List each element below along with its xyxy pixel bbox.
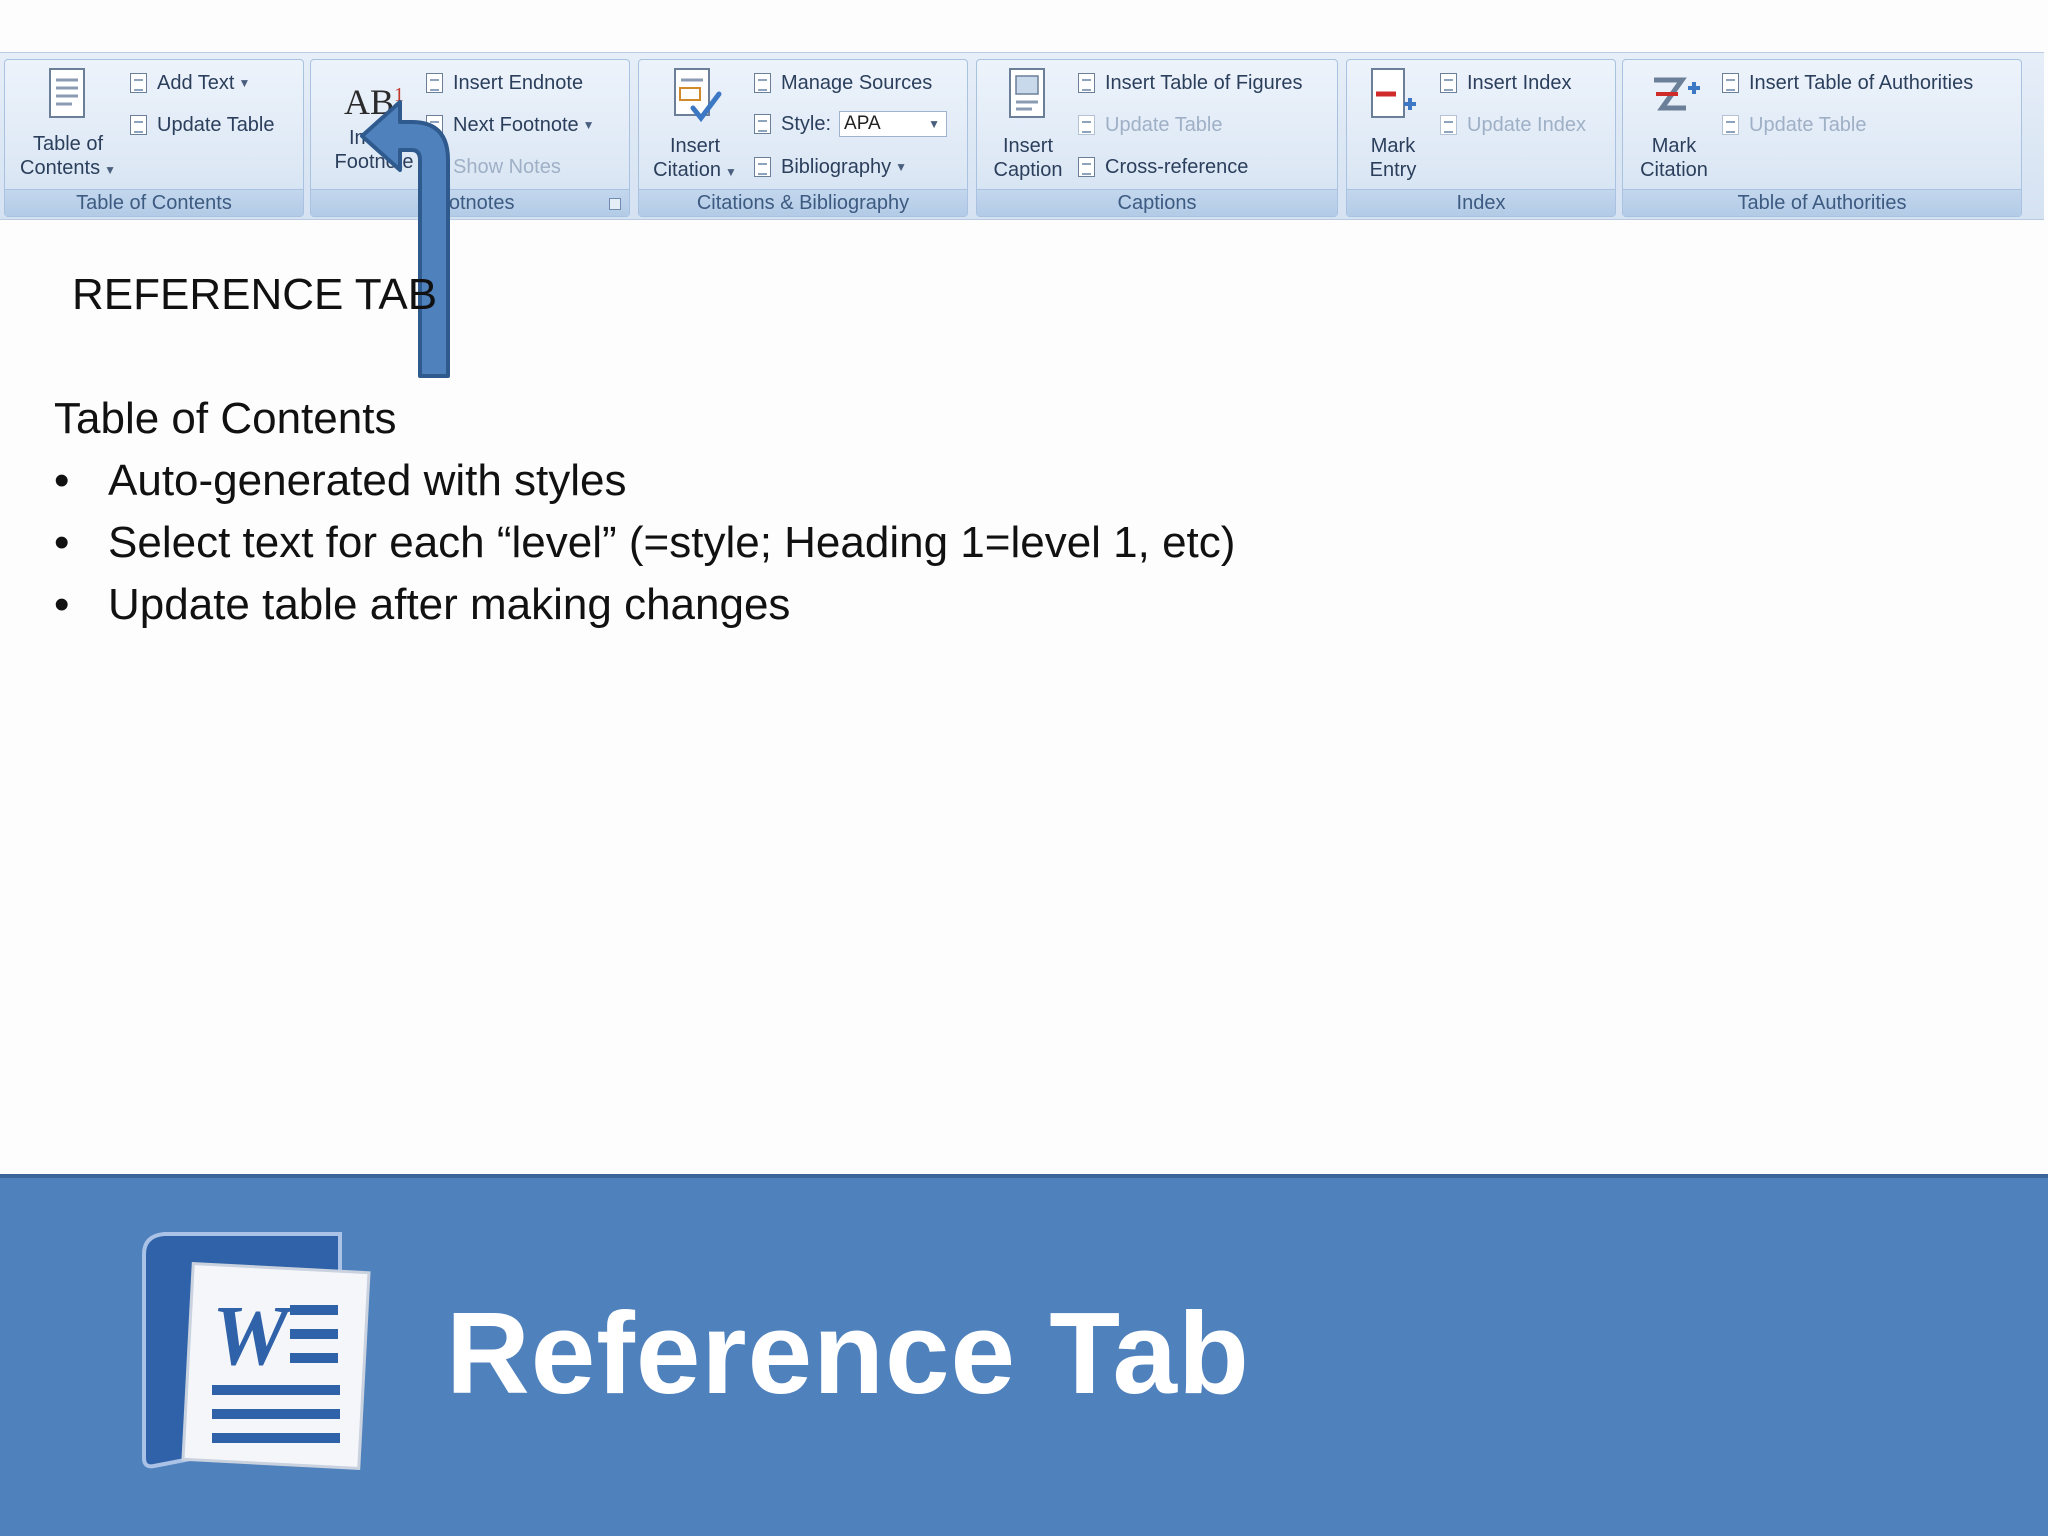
style-selector[interactable]: Style: APA ▼ [751,109,948,139]
insert-citation-label-1: Insert [669,135,721,157]
manage-sources-icon [751,71,775,95]
mark-citation-icon [1654,77,1700,111]
bullet-list: Auto-generated with styles Select text f… [54,450,1235,636]
group-citations-bibliography: Insert Citation ▼ Manage Sources Style: A… [638,59,968,217]
table-of-contents-button[interactable]: Table of Contents ▼ [13,66,123,182]
endnote-icon [423,71,447,95]
reference-tab-label: REFERENCE TAB [72,270,438,319]
cross-reference-button[interactable]: Cross-reference [1075,152,1248,182]
update-table-button[interactable]: Update Table [127,110,275,140]
group-label-toc: Table of Contents [5,189,303,216]
slide-body: Table of Contents Auto-generated with st… [54,388,1235,636]
insert-index-label: Insert Index [1467,71,1572,94]
group-captions: Insert Caption Insert Table of Figures U… [976,59,1338,217]
style-icon [751,112,775,136]
insert-index-icon [1437,71,1461,95]
mark-citation-button[interactable]: Mark Citation [1629,66,1719,182]
table-of-figures-icon [1075,71,1099,95]
update-table-icon [127,113,151,137]
table-of-authorities-icon [1719,71,1743,95]
update-figures-label: Update Table [1105,113,1223,136]
bullet-item: Select text for each “level” (=style; He… [54,512,1235,574]
group-label-captions: Captions [977,189,1337,216]
references-ribbon: Table of Contents ▼ Add Text ▼ Update Tabl… [0,52,2044,220]
mark-citation-label-2: Citation [1640,159,1708,181]
toc-button-label-2: Contents ▼ [20,157,116,179]
add-text-label: Add Text [157,71,235,94]
update-authorities-label: Update Table [1749,113,1867,136]
word-logo-icon: W [142,1232,371,1471]
mark-entry-icon [1371,68,1416,118]
insert-endnote-label: Insert Endnote [453,71,584,94]
update-figures-icon [1075,113,1099,137]
bibliography-label: Bibliography [781,155,892,178]
insert-table-of-figures-label: Insert Table of Figures [1105,71,1303,94]
mark-entry-button[interactable]: Mark Entry [1353,66,1433,182]
style-label: Style: [781,112,832,135]
slide-title: Reference Tab [446,1288,1250,1418]
caption-icon [1009,68,1045,118]
group-table-of-authorities: Mark Citation Insert Table of Authoritie… [1622,59,2022,217]
update-authorities-icon [1719,113,1743,137]
update-authorities-table-button[interactable]: Update Table [1719,110,1867,140]
insert-caption-button[interactable]: Insert Caption [983,66,1073,182]
group-table-of-contents: Table of Contents ▼ Add Text ▼ Update Tabl… [4,59,304,217]
bullet-item: Auto-generated with styles [54,450,1235,512]
insert-table-of-authorities-button[interactable]: Insert Table of Authorities [1719,68,1973,98]
bullet-item: Update table after making changes [54,574,1235,636]
add-text-button[interactable]: Add Text ▼ [127,68,250,98]
title-banner: W Reference Tab [0,1174,2048,1536]
group-label-citations: Citations & Bibliography [639,189,967,216]
bibliography-button[interactable]: Bibliography ▼ [751,152,907,182]
add-text-icon [127,71,151,95]
insert-table-of-figures-button[interactable]: Insert Table of Figures [1075,68,1303,98]
update-index-label: Update Index [1467,113,1586,136]
cross-reference-label: Cross-reference [1105,155,1249,178]
update-index-icon [1437,113,1461,137]
update-table-label: Update Table [157,113,275,136]
insert-caption-label-2: Caption [993,159,1063,181]
footnotes-dialog-launcher[interactable] [609,198,621,210]
style-dropdown[interactable]: APA ▼ [839,111,948,137]
cross-reference-icon [1075,155,1099,179]
mark-citation-label-1: Mark [1651,135,1697,157]
group-index: Mark Entry Insert Index Update Index Ind… [1346,59,1616,217]
toc-button-label-1: Table of [32,133,104,155]
update-figures-table-button[interactable]: Update Table [1075,110,1223,140]
update-index-button[interactable]: Update Index [1437,110,1586,140]
insert-table-of-authorities-label: Insert Table of Authorities [1749,71,1974,94]
document-icon [49,68,85,118]
insert-citation-button[interactable]: Insert Citation ▼ [645,66,745,184]
manage-sources-label: Manage Sources [781,71,933,94]
bibliography-icon [751,155,775,179]
insert-endnote-button[interactable]: Insert Endnote [423,68,583,98]
insert-index-button[interactable]: Insert Index [1437,68,1572,98]
mark-entry-label-2: Entry [1369,159,1417,181]
up-arrow-icon [360,100,450,378]
citation-icon [674,68,722,123]
insert-citation-label-2: Citation ▼ [653,159,737,181]
group-label-authorities: Table of Authorities [1623,189,2021,216]
mark-entry-label-1: Mark [1370,135,1416,157]
manage-sources-button[interactable]: Manage Sources [751,68,932,98]
group-label-index: Index [1347,189,1615,216]
svg-text:W: W [212,1287,294,1383]
insert-caption-label-1: Insert [1002,135,1054,157]
toc-heading: Table of Contents [54,394,397,443]
